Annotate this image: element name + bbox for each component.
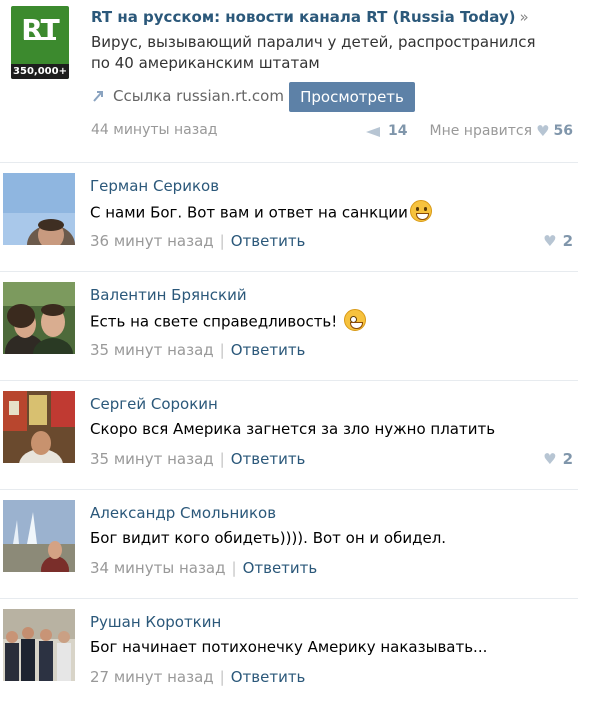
comment-author[interactable]: Валентин Брянский bbox=[90, 286, 247, 304]
comment-meta: 27 минут назад | Ответить bbox=[90, 668, 305, 686]
link-label[interactable]: Ссылка russian.rt.com bbox=[113, 87, 284, 105]
reply-link[interactable]: Ответить bbox=[231, 668, 306, 686]
comment-timestamp[interactable]: 35 минут назад bbox=[90, 450, 214, 468]
comment-text: Есть на свете справедливость! bbox=[90, 309, 367, 333]
link-arrow-icon bbox=[91, 89, 105, 103]
like-count[interactable]: 56 bbox=[554, 123, 573, 139]
comment: Сергей Сорокин Скоро вся Америка загнетс… bbox=[0, 381, 591, 489]
comment-timestamp[interactable]: 34 минуты назад bbox=[90, 559, 226, 577]
heart-icon[interactable]: ♥ bbox=[543, 232, 556, 250]
comment-likes[interactable]: ♥ 2 bbox=[543, 232, 573, 250]
meta-separator: | bbox=[219, 341, 225, 359]
avatar[interactable] bbox=[3, 391, 75, 463]
comment-timestamp[interactable]: 36 минут назад bbox=[90, 232, 214, 250]
like-label[interactable]: Мне нравится bbox=[430, 123, 533, 139]
reply-link[interactable]: Ответить bbox=[231, 450, 306, 468]
rt-channel-logo[interactable]: RT 350,000+ bbox=[11, 6, 69, 79]
comment: Герман Сериков С нами Бог. Вот вам и отв… bbox=[0, 163, 591, 271]
reply-link[interactable]: Ответить bbox=[231, 341, 306, 359]
comment: Александр Смольников Бог видит кого обид… bbox=[0, 490, 591, 598]
comment-meta: 35 минут назад | Ответить bbox=[90, 450, 305, 468]
link-row[interactable]: Ссылка russian.rt.com bbox=[91, 87, 284, 105]
post-title[interactable]: RT на русском: новости канала RT (Russia… bbox=[91, 8, 529, 26]
comment-author[interactable]: Сергей Сорокин bbox=[90, 395, 218, 413]
comment-meta: 34 минуты назад | Ответить bbox=[90, 559, 317, 577]
comment-text: Бог видит кого обидеть)))). Вот он и оби… bbox=[90, 529, 447, 547]
view-button[interactable]: Просмотреть bbox=[289, 82, 415, 112]
comment-text: Бог начинает потихонечку Америку наказыв… bbox=[90, 638, 488, 656]
comment-like-count: 2 bbox=[562, 450, 573, 468]
heart-icon[interactable]: ♥ bbox=[536, 122, 549, 140]
megaphone-icon[interactable] bbox=[366, 125, 384, 137]
reply-link[interactable]: Ответить bbox=[243, 559, 318, 577]
heart-icon[interactable]: ♥ bbox=[543, 450, 556, 468]
comment-text: Скоро вся Америка загнется за зло нужно … bbox=[90, 420, 496, 438]
meta-separator: | bbox=[231, 559, 237, 577]
comment-author[interactable]: Герман Сериков bbox=[90, 177, 219, 195]
logo-mark: RT bbox=[11, 10, 69, 50]
meta-separator: | bbox=[219, 450, 225, 468]
post-title-text[interactable]: RT на русском: новости канала RT (Russia… bbox=[91, 8, 516, 26]
meta-separator: | bbox=[219, 668, 225, 686]
post-timestamp[interactable]: 44 минуты назад bbox=[91, 122, 217, 138]
smiley-icon bbox=[409, 200, 432, 222]
avatar[interactable] bbox=[3, 609, 75, 681]
comment-meta: 36 минут назад | Ответить bbox=[90, 232, 305, 250]
avatar[interactable] bbox=[3, 173, 75, 245]
reply-link[interactable]: Ответить bbox=[231, 232, 306, 250]
comment-author[interactable]: Рушан Короткин bbox=[90, 613, 221, 631]
smiley-icon bbox=[344, 309, 367, 331]
avatar[interactable] bbox=[3, 282, 75, 354]
comment-author[interactable]: Александр Смольников bbox=[90, 504, 276, 522]
comment-text: С нами Бог. Вот вам и ответ на санкции bbox=[90, 200, 432, 224]
post-stats: 14 Мне нравится ♥ 56 bbox=[366, 122, 573, 140]
comment-timestamp[interactable]: 27 минут назад bbox=[90, 668, 214, 686]
comment-timestamp[interactable]: 35 минут назад bbox=[90, 341, 214, 359]
comment: Валентин Брянский Есть на свете справедл… bbox=[0, 272, 591, 380]
subscriber-count: 350,000+ bbox=[11, 64, 69, 79]
comment-likes[interactable]: ♥ 2 bbox=[543, 450, 573, 468]
comment: Рушан Короткин Бог начинает потихонечку … bbox=[0, 599, 591, 702]
wall-post: RT 350,000+ RT на русском: новости канал… bbox=[0, 0, 591, 156]
avatar[interactable] bbox=[3, 500, 75, 572]
meta-separator: | bbox=[219, 232, 225, 250]
comment-text-content: Есть на свете справедливость! bbox=[90, 312, 338, 331]
repost-count[interactable]: 14 bbox=[388, 123, 407, 139]
comment-like-count: 2 bbox=[562, 232, 573, 250]
comment-meta: 35 минут назад | Ответить bbox=[90, 341, 305, 359]
comment-text-content: С нами Бог. Вот вам и ответ на санкции bbox=[90, 203, 408, 222]
post-text: Вирус, вызывающий паралич у детей, распр… bbox=[91, 33, 536, 72]
title-arrow-icon: » bbox=[519, 8, 529, 26]
